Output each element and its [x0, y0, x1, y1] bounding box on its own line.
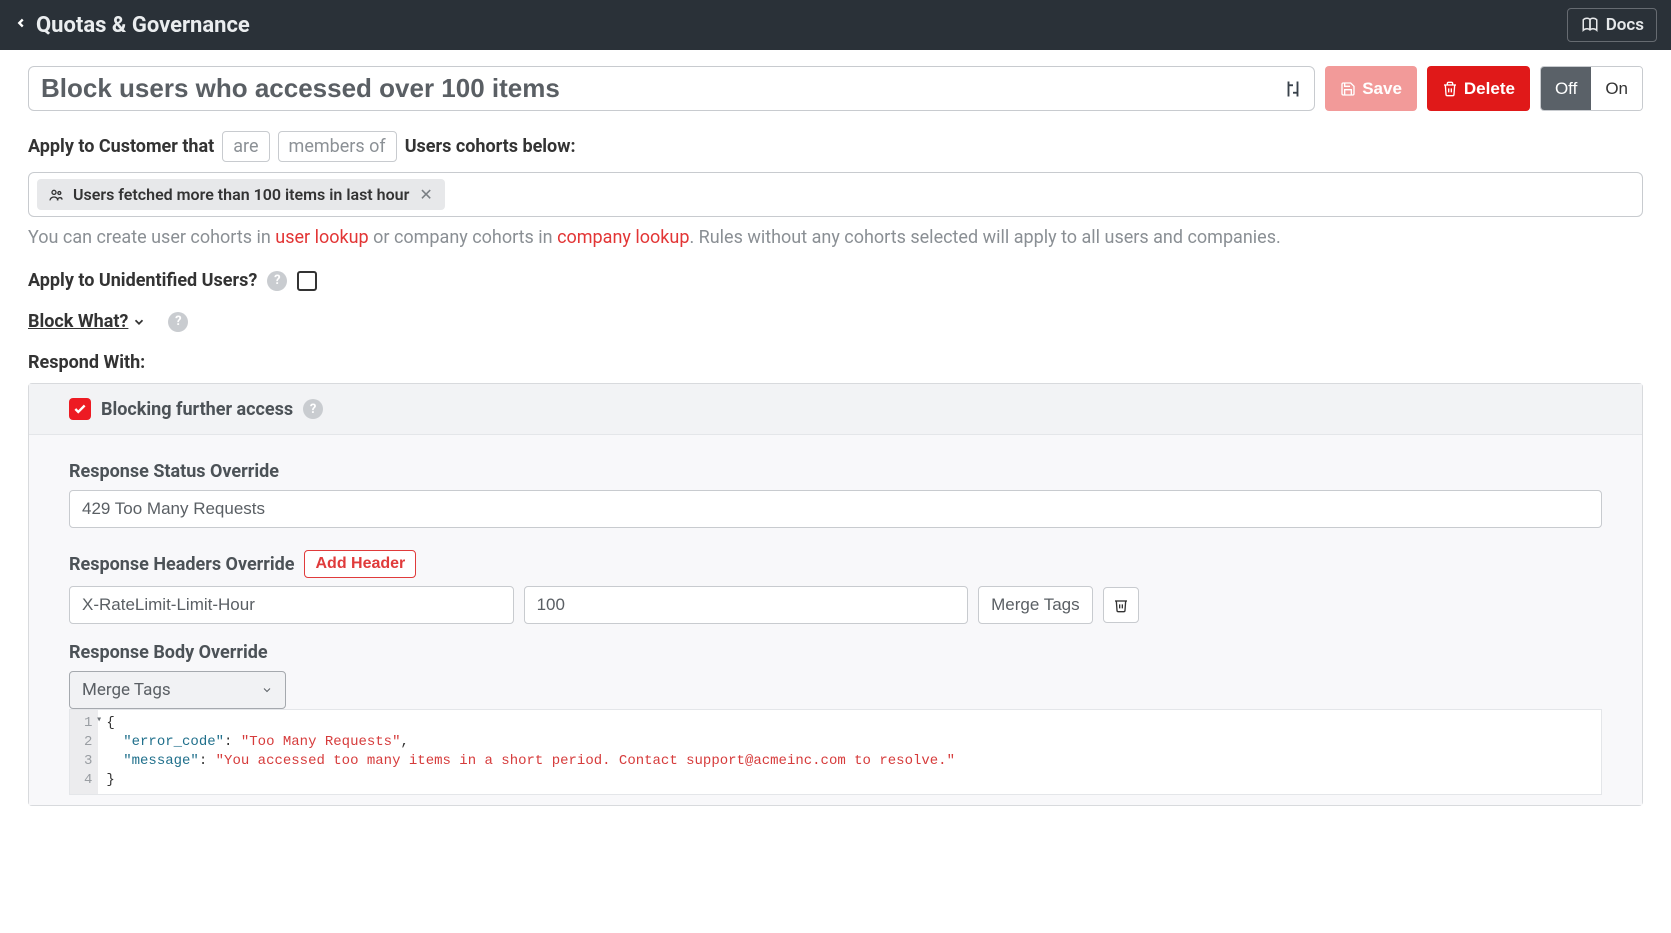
toggle-on[interactable]: On: [1591, 67, 1642, 110]
delete-button[interactable]: Delete: [1427, 66, 1530, 111]
apply-prefix: Apply to Customer that: [28, 136, 214, 157]
chip-close-icon[interactable]: ✕: [417, 185, 434, 204]
trash-icon: [1442, 81, 1458, 97]
code-editor[interactable]: ▾ 1 2 3 4 { "error_code": "Too Many Requ…: [69, 709, 1602, 795]
apply-members-select[interactable]: members of: [278, 131, 397, 162]
docs-button[interactable]: Docs: [1567, 8, 1657, 42]
blocking-checkbox[interactable]: [69, 398, 91, 420]
cohort-box[interactable]: Users fetched more than 100 items in las…: [28, 172, 1643, 217]
save-button[interactable]: Save: [1325, 66, 1417, 111]
docs-label: Docs: [1606, 15, 1644, 35]
apply-are-select[interactable]: are: [222, 131, 269, 162]
help-icon[interactable]: ?: [168, 312, 188, 332]
page-title: Quotas & Governance: [36, 13, 250, 38]
help-icon[interactable]: ?: [267, 271, 287, 291]
chevron-down-icon: [132, 315, 146, 329]
unidentified-checkbox[interactable]: [297, 271, 317, 291]
blocking-label: Blocking further access: [101, 399, 293, 420]
fold-icon[interactable]: ▾: [96, 714, 102, 728]
trash-icon: [1113, 597, 1129, 613]
headers-override-label: Response Headers Override: [69, 554, 294, 575]
respond-with-label: Respond With:: [28, 352, 1643, 373]
block-what-row: Block What? ?: [28, 311, 1643, 332]
compare-icon[interactable]: [1282, 78, 1304, 100]
cohort-hint: You can create user cohorts in user look…: [28, 227, 1643, 248]
rule-name-field-wrap: [28, 66, 1315, 111]
body-override-label: Response Body Override: [69, 642, 1602, 663]
rule-name-input[interactable]: [37, 71, 1282, 106]
status-override-input[interactable]: [69, 490, 1602, 528]
enable-toggle: Off On: [1540, 66, 1643, 111]
back-chevron-icon[interactable]: [14, 13, 28, 38]
block-what-dropdown[interactable]: Block What?: [28, 311, 146, 332]
merge-tags-button[interactable]: Merge Tags: [978, 586, 1093, 624]
add-header-button[interactable]: Add Header: [304, 550, 416, 578]
book-icon: [1580, 16, 1600, 34]
cohort-chip-label: Users fetched more than 100 items in las…: [73, 185, 409, 204]
respond-panel-header: Blocking further access ?: [29, 384, 1642, 435]
users-icon: [47, 187, 65, 203]
delete-header-button[interactable]: [1103, 587, 1139, 623]
body-merge-tags-select[interactable]: Merge Tags: [69, 671, 286, 709]
topbar: Quotas & Governance Docs: [0, 0, 1671, 50]
cohort-chip: Users fetched more than 100 items in las…: [37, 179, 445, 210]
help-icon[interactable]: ?: [303, 399, 323, 419]
apply-suffix: Users cohorts below:: [405, 136, 576, 157]
chevron-down-icon: [261, 684, 273, 696]
status-override-label: Response Status Override: [69, 461, 1602, 482]
apply-line: Apply to Customer that are members of Us…: [28, 131, 1643, 162]
respond-panel: Blocking further access ? Response Statu…: [28, 383, 1643, 806]
header-key-input[interactable]: [69, 586, 514, 624]
unidentified-row: Apply to Unidentified Users? ?: [28, 270, 1643, 291]
unidentified-label: Apply to Unidentified Users?: [28, 270, 257, 291]
header-row: Merge Tags: [69, 586, 1602, 624]
code-body[interactable]: { "error_code": "Too Many Requests", "me…: [98, 710, 1601, 794]
toggle-off[interactable]: Off: [1541, 67, 1591, 110]
code-gutter: ▾ 1 2 3 4: [70, 710, 98, 794]
header-value-input[interactable]: [524, 586, 969, 624]
user-lookup-link[interactable]: user lookup: [275, 227, 368, 248]
save-icon: [1340, 81, 1356, 97]
company-lookup-link[interactable]: company lookup: [557, 227, 689, 248]
title-row: Save Delete Off On: [28, 66, 1643, 111]
